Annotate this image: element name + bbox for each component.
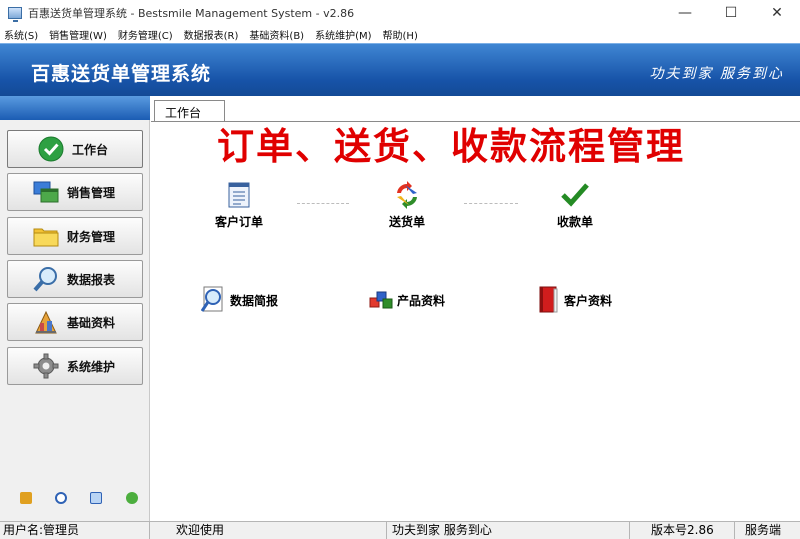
tool-data-report[interactable]: 数据简报 — [200, 286, 278, 314]
menu-system[interactable]: 系统(S) — [4, 27, 38, 42]
report-magnifier-icon — [200, 286, 228, 314]
red-book-icon — [534, 286, 562, 314]
flow-connector — [297, 203, 349, 204]
order-sheet-icon — [225, 181, 253, 209]
workflow-heading: 订单、送货、收款流程管理 — [217, 125, 685, 168]
status-service: 服务端 — [745, 522, 782, 537]
status-user: 用户名:管理员 — [0, 521, 150, 539]
check-icon — [561, 181, 589, 209]
status-version: 版本号2.86 — [630, 521, 735, 539]
menu-basic-data[interactable]: 基础资料(B) — [249, 27, 304, 42]
menu-help[interactable]: 帮助(H) — [383, 27, 418, 42]
banner-slogan: 功夫到家 服务到心 — [649, 66, 784, 82]
refresh-icon[interactable] — [126, 492, 138, 504]
sidebar: 工作台 销售管理 财务管理 数据报表 基础资料 系统维护 — [0, 96, 150, 521]
cycle-arrows-icon — [393, 181, 421, 209]
building-icon — [33, 309, 59, 335]
nav-finance-button[interactable]: 财务管理 — [7, 217, 143, 255]
status-bar: 用户名:管理员 欢迎使用 功夫到家 服务到心 版本号2.86 服务端 — [0, 521, 800, 539]
nav-label: 数据报表 — [67, 272, 116, 287]
menu-bar: 系统(S) 销售管理(W) 财务管理(C) 数据报表(R) 基础资料(B) 系统… — [0, 26, 800, 43]
tool-product-data[interactable]: 产品资料 — [367, 286, 445, 314]
nav-label: 基础资料 — [67, 315, 116, 330]
gear-icon — [33, 353, 59, 379]
tool-label: 数据简报 — [230, 293, 279, 308]
nav-workbench-button[interactable]: 工作台 — [7, 130, 143, 168]
flow-connector — [464, 203, 518, 204]
windows-icon — [33, 179, 59, 205]
tab-workbench[interactable]: 工作台 — [154, 100, 225, 122]
menu-maintenance[interactable]: 系统维护(M) — [315, 27, 371, 42]
cubes-icon — [367, 286, 395, 314]
flow-receipt[interactable]: 收款单 — [535, 181, 615, 230]
flow-label: 送货单 — [388, 215, 425, 229]
flow-customer-order[interactable]: 客户订单 — [199, 181, 279, 230]
minimize-button[interactable]: — — [662, 0, 708, 26]
header-banner: 百惠送货单管理系统 功夫到家 服务到心 — [0, 43, 800, 96]
menu-sales[interactable]: 销售管理(W) — [49, 27, 107, 42]
nav-label: 销售管理 — [67, 185, 116, 200]
app-name: 百惠送货单管理系统 — [31, 63, 212, 85]
maximize-button[interactable]: ☐ — [708, 0, 754, 26]
app-icon — [8, 7, 22, 22]
monitor-icon[interactable] — [90, 492, 102, 504]
window-controls: — ☐ ✕ — [662, 0, 800, 26]
menu-reports[interactable]: 数据报表(R) — [184, 27, 239, 42]
status-welcome: 欢迎使用 — [150, 521, 387, 539]
close-button[interactable]: ✕ — [754, 0, 800, 26]
nav-basic-data-button[interactable]: 基础资料 — [7, 303, 143, 341]
status-slogan: 功夫到家 服务到心 — [387, 521, 630, 539]
menu-finance[interactable]: 财务管理(C) — [118, 27, 173, 42]
sidebar-quick-icons — [0, 492, 150, 508]
magnifier-icon — [33, 266, 59, 292]
nav-label: 工作台 — [72, 142, 109, 157]
clock-icon[interactable] — [55, 492, 67, 504]
title-bar: 百惠送货单管理系统 - Bestsmile Management System … — [0, 0, 800, 26]
key-icon[interactable] — [20, 492, 32, 504]
flow-label: 客户订单 — [214, 215, 263, 229]
nav-sales-button[interactable]: 销售管理 — [7, 173, 143, 211]
sidebar-header-strip — [0, 96, 150, 120]
tool-customer-data[interactable]: 客户资料 — [534, 286, 612, 314]
window-title: 百惠送货单管理系统 - Bestsmile Management System … — [28, 7, 355, 20]
check-icon — [38, 136, 64, 162]
nav-label: 财务管理 — [67, 229, 116, 244]
nav-reports-button[interactable]: 数据报表 — [7, 260, 143, 298]
tool-label: 产品资料 — [397, 293, 446, 308]
flow-delivery-note[interactable]: 送货单 — [367, 181, 447, 230]
nav-maintenance-button[interactable]: 系统维护 — [7, 347, 143, 385]
tool-label: 客户资料 — [564, 293, 613, 308]
flow-label: 收款单 — [556, 215, 593, 229]
nav-label: 系统维护 — [67, 359, 116, 374]
folder-icon — [33, 223, 59, 249]
workbench-panel: 工作台 订单、送货、收款流程管理 客户订单 送货单 收款单 数据简报 产品资料 — [151, 96, 800, 521]
